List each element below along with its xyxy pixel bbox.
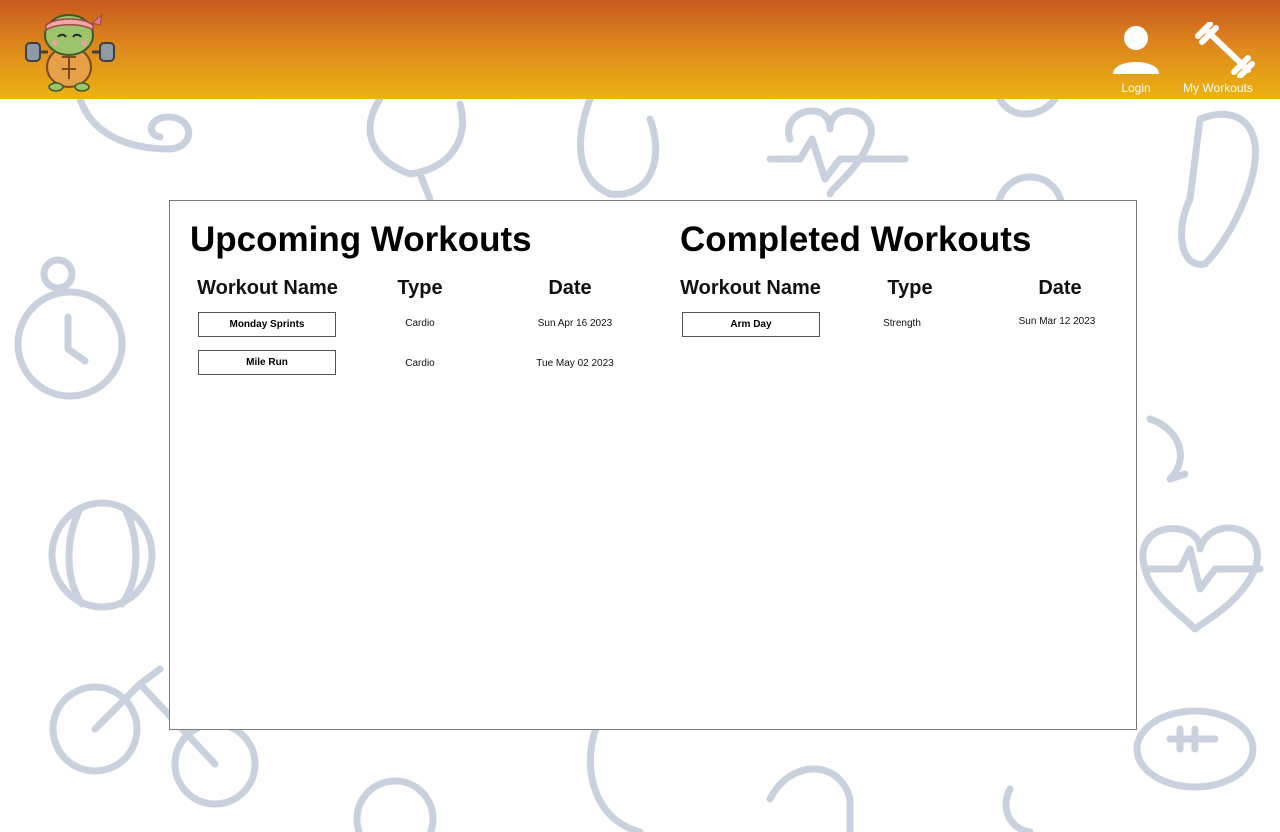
workout-date: Sun Mar 12 2023 — [1018, 316, 1096, 327]
user-icon — [1113, 26, 1159, 74]
workout-date: Tue May 02 2023 — [536, 358, 614, 369]
workout-type: Cardio — [405, 358, 435, 369]
workouts-panel: Upcoming Workouts Workout Name Type Date… — [169, 200, 1137, 730]
completed-col-date: Date — [1038, 277, 1082, 299]
table-row: Arm Day Strength Sun Mar 12 2023 — [680, 312, 1140, 340]
workout-button-monday-sprints[interactable]: Monday Sprints — [198, 312, 336, 337]
workout-date: Sun Apr 16 2023 — [537, 318, 613, 329]
login-nav-button[interactable]: Login — [1108, 22, 1164, 95]
table-row: Mile Run Cardio Tue May 02 2023 — [190, 350, 650, 378]
login-label: Login — [1121, 81, 1151, 95]
upcoming-col-date: Date — [548, 277, 592, 299]
upcoming-col-workout-name: Workout Name — [197, 277, 338, 299]
upcoming-col-type: Type — [397, 277, 443, 299]
my-workouts-label: My Workouts — [1183, 81, 1253, 95]
my-workouts-nav-button[interactable]: My Workouts — [1176, 22, 1260, 95]
dumbbell-icon — [1195, 22, 1255, 78]
workout-type: Cardio — [405, 318, 435, 329]
workout-button-mile-run[interactable]: Mile Run — [198, 350, 336, 375]
completed-col-workout-name: Workout Name — [680, 277, 821, 299]
table-row: Monday Sprints Cardio Sun Apr 16 2023 — [190, 312, 650, 340]
completed-workouts-title: Completed Workouts — [680, 220, 1032, 259]
turtle-mascot-logo[interactable] — [22, 5, 118, 93]
app-header: Login My Workouts — [0, 0, 1280, 99]
upcoming-workouts-title: Upcoming Workouts — [190, 220, 532, 259]
completed-col-type: Type — [887, 277, 933, 299]
workout-button-arm-day[interactable]: Arm Day — [682, 312, 820, 337]
workout-type: Strength — [883, 318, 921, 329]
